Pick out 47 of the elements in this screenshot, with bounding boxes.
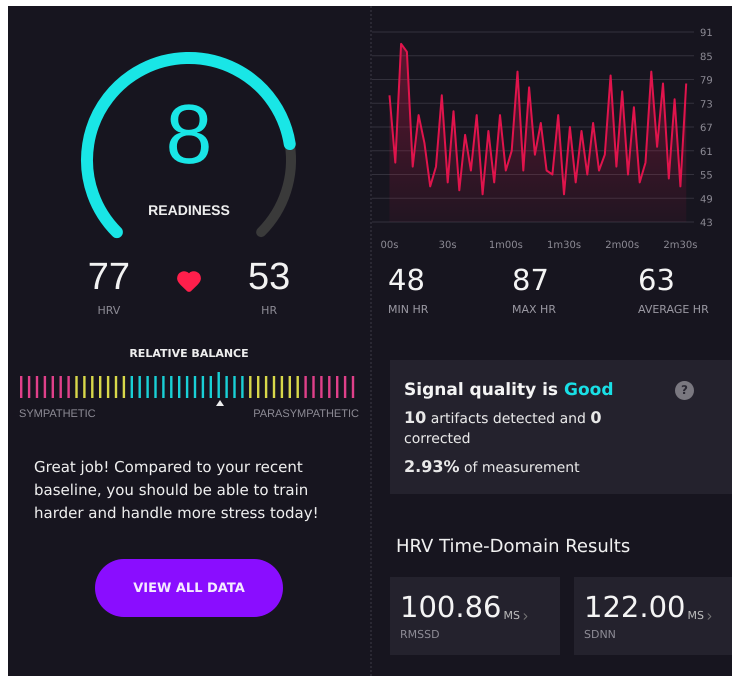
result-label: SDNN — [584, 628, 617, 641]
y-tick-label: 61 — [700, 146, 713, 158]
y-tick-label: 91 — [700, 28, 713, 39]
x-tick-label: 2m30s — [663, 240, 698, 250]
hrv-label: HRV — [97, 304, 120, 317]
signal-quality-status: Good — [564, 380, 614, 400]
y-tick-label: 55 — [700, 170, 713, 182]
x-tick-label: 00s — [380, 240, 398, 250]
x-tick-label: 1m30s — [547, 240, 582, 250]
result-card[interactable]: 100.86 MS RMSSD — [390, 577, 560, 655]
balance-marker — [216, 400, 224, 406]
y-tick-label: 85 — [700, 52, 713, 63]
stat-label: AVERAGE HR — [638, 303, 710, 316]
result-unit: MS — [687, 609, 704, 622]
y-tick-label: 67 — [700, 123, 713, 134]
y-tick-label: 49 — [700, 194, 713, 206]
result-unit: MS — [503, 609, 520, 622]
stat-label: MAX HR — [512, 303, 557, 316]
hr-label: HR — [261, 304, 278, 317]
readiness-message: Great job! Compared to your recent baseline, you should be able to train harder and handle more stress today! — [33, 457, 320, 524]
x-tick-label: 2m00s — [605, 240, 640, 250]
signal-quality-title: Signal quality is — [404, 380, 558, 400]
result-value: 122.00 — [584, 593, 686, 622]
y-tick-label: 79 — [700, 76, 713, 86]
measurement-share-text: 2.93% of measurement — [404, 457, 581, 478]
x-tick-label: 1m00s — [488, 240, 523, 250]
results-heading: HRV Time-Domain Results — [396, 536, 632, 557]
stat-value: 48 — [388, 266, 426, 295]
y-tick-label: 43 — [700, 218, 713, 229]
view-all-data-button[interactable]: VIEW ALL DATA — [95, 559, 283, 617]
stat-value: 87 — [512, 266, 550, 295]
balance-title: RELATIVE BALANCE — [129, 347, 249, 360]
heart-icon — [176, 268, 202, 294]
stat-label: MIN HR — [388, 303, 430, 316]
x-tick-label: 30s — [438, 240, 457, 250]
sympathetic-label: SYMPATHETIC — [19, 408, 96, 420]
result-label: RMSSD — [400, 628, 441, 641]
readiness-label: READINESS — [147, 202, 231, 218]
y-tick-label: 73 — [700, 99, 713, 110]
stat-value: 63 — [638, 266, 676, 295]
result-card[interactable]: 122.00 MS SDNN — [574, 577, 732, 655]
result-value: 100.86 — [400, 593, 502, 622]
hr-value: 53 — [248, 258, 290, 296]
artifacts-text: 10 artifacts detected and 0 corrected — [404, 408, 603, 449]
parasympathetic-label: PARASYMPATHETIC — [253, 408, 359, 420]
readiness-score: 8 — [164, 92, 214, 176]
hrv-value: 77 — [88, 258, 130, 296]
